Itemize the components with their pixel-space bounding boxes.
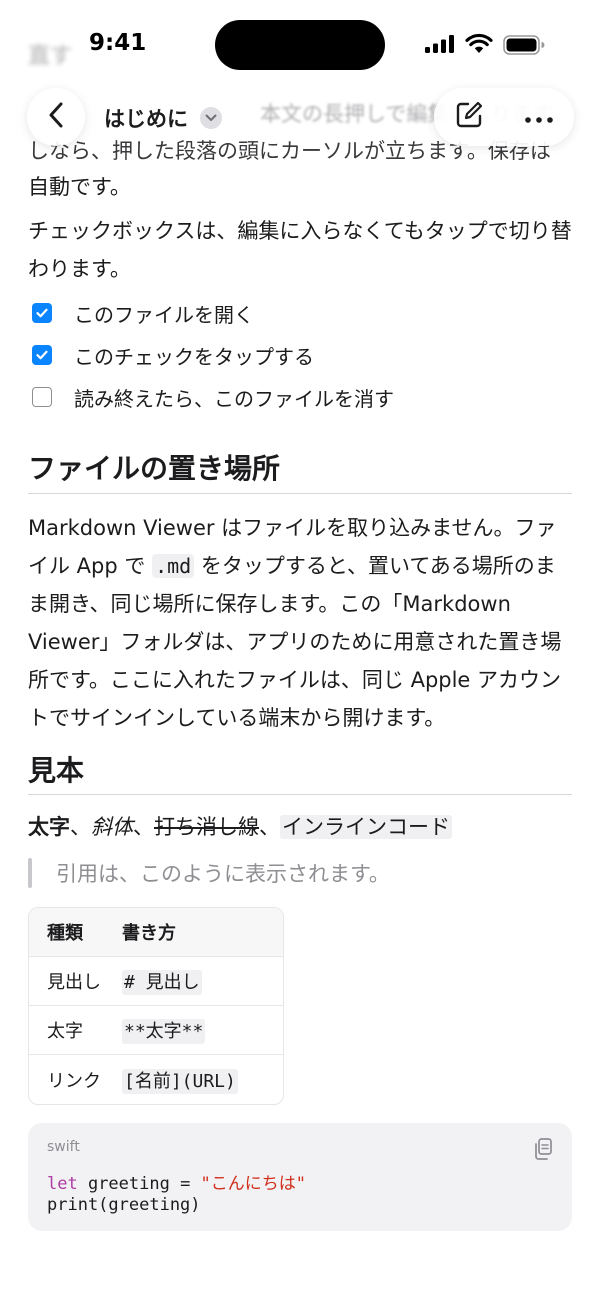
sample-formatting-line[interactable]: 太字、斜体、打ち消し線、インラインコード xyxy=(28,808,572,846)
table-header-row: 種類 書き方 xyxy=(29,908,283,957)
checkbox-unchecked-icon[interactable] xyxy=(32,387,52,407)
table-code-cell: [名前](URL) xyxy=(122,1068,238,1094)
markdown-table[interactable]: 種類 書き方 見出し # 見出し 太字 **太字** リンク [名前](URL) xyxy=(28,907,284,1105)
paragraph-line[interactable]: 自動です。 xyxy=(28,168,572,206)
table-cell: リンク xyxy=(47,1070,101,1092)
chevron-down-icon[interactable] xyxy=(200,107,222,129)
code-keyword: let xyxy=(47,1174,78,1194)
document-title: はじめに xyxy=(104,107,188,131)
edit-button[interactable] xyxy=(440,88,498,146)
more-button[interactable] xyxy=(510,88,568,146)
wifi-icon xyxy=(465,33,493,59)
back-button[interactable] xyxy=(27,88,85,146)
battery-icon xyxy=(503,35,545,59)
cellular-signal-icon xyxy=(425,35,457,57)
compose-icon xyxy=(454,100,484,134)
code-line: let greeting = "こんにちは" xyxy=(47,1169,306,1194)
checklist-label: このチェックをタップする xyxy=(74,344,314,369)
checklist-item[interactable]: このチェックをタップする xyxy=(28,335,314,375)
checklist-label: このファイルを開く xyxy=(74,302,254,327)
code-language-label: swift xyxy=(47,1139,80,1155)
checkbox-checked-icon[interactable] xyxy=(32,303,52,323)
storage-paragraph[interactable]: Markdown Viewer はファイルを取り込みません。ファイル App で… xyxy=(28,509,572,737)
copy-icon[interactable] xyxy=(532,1137,554,1161)
faded-heading: 直す xyxy=(28,44,73,69)
blockquote[interactable]: 引用は、このように表示されます。 xyxy=(28,858,390,888)
toolbar-actions xyxy=(434,88,574,146)
checklist-item[interactable]: このファイルを開く xyxy=(28,293,254,333)
checkbox-checked-icon[interactable] xyxy=(32,345,52,365)
code-block[interactable]: swift let greeting = "こんにちは" print(greet… xyxy=(28,1123,572,1231)
italic-sample: 斜体 xyxy=(91,815,133,839)
heading-divider xyxy=(28,794,572,795)
table-code-cell: # 見出し xyxy=(122,970,202,995)
chevron-left-icon xyxy=(48,102,64,132)
blockquote-bar xyxy=(28,858,32,888)
dynamic-island xyxy=(215,20,385,70)
code-string: "こんにちは" xyxy=(200,1174,307,1194)
table-cell: 太字 xyxy=(47,1021,83,1042)
table-header-cell: 書き方 xyxy=(122,923,176,944)
table-code-cell: **太字** xyxy=(122,1019,206,1044)
paragraph-text: をタップすると、置いてある場所のまま開き、同じ場所に保存します。この「Markd… xyxy=(28,554,562,730)
table-cell: 見出し xyxy=(47,972,101,993)
status-time: 9:41 xyxy=(89,30,147,56)
table-header-cell: 種類 xyxy=(47,923,83,944)
separator: 、 xyxy=(133,815,154,839)
heading-divider xyxy=(28,493,572,494)
separator: 、 xyxy=(259,815,280,839)
section-heading: ファイルの置き場所 xyxy=(28,452,281,485)
blockquote-text: 引用は、このように表示されます。 xyxy=(56,862,390,886)
checklist-label: 読み終えたら、このファイルを消す xyxy=(74,386,394,411)
checkbox-intro-paragraph[interactable]: チェックボックスは、編集に入らなくてもタップで切り替わります。 xyxy=(28,212,572,288)
status-bar: 9:41 xyxy=(0,0,600,90)
separator: 、 xyxy=(70,815,91,839)
table-row: リンク [名前](URL) xyxy=(29,1055,283,1104)
inline-code: .md xyxy=(152,554,195,578)
section-heading: 見本 xyxy=(28,754,85,787)
code-line: print(greeting) xyxy=(47,1195,201,1215)
strikethrough-sample: 打ち消し線 xyxy=(154,815,259,839)
ellipsis-icon xyxy=(525,108,553,127)
document-title-menu[interactable]: はじめに xyxy=(104,103,222,133)
code-text: greeting = xyxy=(77,1174,201,1194)
table-row: 見出し # 見出し xyxy=(29,957,283,1006)
table-row: 太字 **太字** xyxy=(29,1006,283,1055)
inline-code-sample: インラインコード xyxy=(280,815,452,839)
bold-sample: 太字 xyxy=(28,815,70,839)
checklist-item[interactable]: 読み終えたら、このファイルを消す xyxy=(28,377,394,417)
